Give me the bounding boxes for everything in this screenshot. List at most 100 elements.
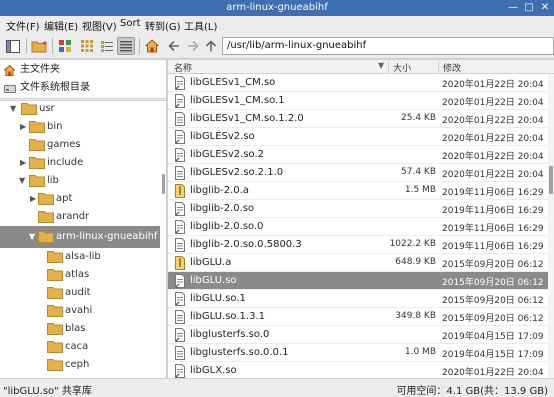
file-row[interactable]: libGLESv1_CM.so 2020年01月22日 20:04 <box>168 74 548 92</box>
file-row[interactable]: libglib-2.0.so.0 2019年11月06日 16:29 <box>168 218 548 236</box>
menu-tools[interactable]: 工具(L) <box>184 18 217 33</box>
file-row[interactable]: libGLESv2.so 2020年01月22日 20:04 <box>168 128 548 146</box>
file-row[interactable]: libGLESv1_CM.so.1.2.0 25.4 KB 2020年01月22日 … <box>168 110 548 128</box>
file-modified: 2020年01月22日 20:04 <box>442 80 544 90</box>
list-view-icon <box>120 41 132 52</box>
up-button[interactable] <box>202 37 220 55</box>
file-size: 1022.2 KB <box>389 239 436 249</box>
chevron-down-icon[interactable]: ▼ <box>19 176 25 185</box>
file-modified: 2020年01月22日 20:04 <box>442 170 544 180</box>
sidepane-icon <box>6 39 20 53</box>
symlink-file-icon <box>174 94 186 111</box>
minimize-button[interactable]: — <box>506 2 520 14</box>
menu-bar: 文件(F) 编辑(E) 视图(V) Sort 转到(G) 工具(L) <box>0 16 554 33</box>
menu-edit[interactable]: 编辑(E) <box>44 18 78 33</box>
file-row[interactable]: libGLESv1_CM.so.1 2020年01月22日 20:04 <box>168 92 548 110</box>
menu-go[interactable]: 转到(G) <box>145 18 181 33</box>
file-row[interactable]: libGLESv2.so.2 2020年01月22日 20:04 <box>168 146 548 164</box>
thumbnail-view-button[interactable] <box>56 37 74 55</box>
place-root[interactable]: 文件系统根目录 <box>0 79 166 97</box>
file-name: libGLX.so <box>190 365 237 376</box>
shared-library-icon <box>174 112 186 129</box>
scroll-thumb[interactable] <box>549 166 553 194</box>
file-row[interactable]: libGLX.so 2020年01月22日 20:04 <box>168 362 548 378</box>
forward-button[interactable] <box>184 37 202 55</box>
file-modified: 2019年11月06日 16:29 <box>442 206 544 216</box>
file-name: libGLU.so.1.3.1 <box>190 311 265 322</box>
column-header: 名称 ▼ 大小 修改 <box>168 60 554 74</box>
chevron-right-icon[interactable]: ▶ <box>20 122 26 131</box>
tree-node-arandr[interactable]: arandr <box>0 206 160 228</box>
column-name[interactable]: 名称 <box>174 61 192 74</box>
tree-node-label: lib <box>47 175 59 186</box>
sort-indicator[interactable]: ▼ <box>378 61 384 70</box>
file-row[interactable]: libGLESv2.so.2.1.0 57.4 KB 2020年01月22日 20:… <box>168 164 548 182</box>
shared-library-icon <box>174 310 186 327</box>
file-row[interactable]: libGLU.so 2015年09月20日 06:12 <box>168 272 548 290</box>
file-row[interactable]: libglib-2.0.a 1.5 MB 2019年11月06日 16:29 <box>168 182 548 200</box>
symlink-file-icon <box>174 292 186 309</box>
back-button[interactable] <box>165 37 183 55</box>
shared-library-icon <box>174 166 186 183</box>
menu-view[interactable]: 视图(V) <box>82 18 117 33</box>
tree-node-label: ceph <box>65 359 90 370</box>
column-size[interactable]: 大小 <box>393 61 411 74</box>
archive-file-icon <box>174 256 186 273</box>
symlink-file-icon <box>174 328 186 345</box>
sidebar-scrollbar[interactable] <box>161 100 166 378</box>
folder-icon <box>47 357 63 374</box>
place-home[interactable]: 主文件夹 <box>0 61 166 79</box>
toggle-sidepane-button[interactable] <box>4 37 22 55</box>
file-modified: 2015年09月20日 06:12 <box>442 296 544 306</box>
tree-node-label: audit <box>65 287 91 298</box>
tree-node-label: blas <box>65 323 86 334</box>
tree-node-label: usr <box>39 103 55 114</box>
symlink-file-icon <box>174 148 186 165</box>
home-button[interactable] <box>143 37 161 55</box>
sidebar: 主文件夹 文件系统根目录 ▼ usr ▶ bin games ▶ include… <box>0 60 167 378</box>
file-modified: 2019年11月06日 16:29 <box>442 188 544 198</box>
file-row[interactable]: libglib-2.0.so.0.5800.3 1022.2 KB 2019年11月… <box>168 236 548 254</box>
tree-node-label: alsa-lib <box>65 251 101 262</box>
file-size: 648.9 KB <box>395 257 436 267</box>
symlink-file-icon <box>174 220 186 237</box>
tree-node-label: atlas <box>65 269 90 280</box>
close-button[interactable]: ✕ <box>538 2 552 14</box>
shared-library-icon <box>174 238 186 255</box>
maximize-button[interactable]: □ <box>522 2 536 14</box>
tree-node-label: games <box>47 139 81 150</box>
file-row[interactable]: libglusterfs.so.0 2019年04月15日 17:09 <box>168 326 548 344</box>
file-modified: 2020年01月22日 20:04 <box>442 134 544 144</box>
column-modified[interactable]: 修改 <box>443 61 461 74</box>
chevron-right-icon[interactable]: ▶ <box>30 194 36 203</box>
file-row[interactable]: libGLU.a 648.9 KB 2015年09月20日 06:12 <box>168 254 548 272</box>
chevron-right-icon[interactable]: ▶ <box>20 158 26 167</box>
icon-view-button[interactable] <box>78 37 96 55</box>
file-modified: 2015年09月20日 06:12 <box>442 260 544 270</box>
file-row[interactable]: libGLU.so.1 2015年09月20日 06:12 <box>168 290 548 308</box>
file-name: libGLU.so.1 <box>190 293 246 304</box>
file-row[interactable]: libglib-2.0.so 2019年11月06日 16:29 <box>168 200 548 218</box>
chevron-down-icon[interactable]: ▼ <box>10 104 16 113</box>
tree-node-label: include <box>47 157 84 168</box>
new-folder-icon: + <box>31 39 47 53</box>
window-title: arm-linux-gnueabihf <box>226 2 328 13</box>
menu-file[interactable]: 文件(F) <box>6 18 40 33</box>
scroll-thumb[interactable] <box>162 174 165 194</box>
symlink-file-icon <box>174 274 186 291</box>
tree-node-ceph[interactable]: ceph <box>0 354 160 376</box>
new-folder-button[interactable]: + <box>30 37 48 55</box>
file-name: libglib-2.0.so.0.5800.3 <box>190 239 302 250</box>
file-name: libGLESv2.so <box>190 131 255 142</box>
compact-view-button[interactable] <box>98 37 116 55</box>
list-view-button[interactable] <box>117 37 135 55</box>
file-name: libglib-2.0.so <box>190 203 255 214</box>
file-row[interactable]: libGLU.so.1.3.1 349.8 KB 2015年09月20日 06:12 <box>168 308 548 326</box>
chevron-down-icon[interactable]: ▼ <box>29 232 35 241</box>
tree-node-arm-linux-gnueabihf[interactable]: ▼ arm-linux-gnueabihf <box>0 226 160 248</box>
location-input[interactable]: /usr/lib/arm-linux-gnueabihf <box>222 37 554 55</box>
file-name: libGLESv1_CM.so.1 <box>190 95 285 106</box>
file-row[interactable]: libglusterfs.so.0.0.1 1.0 MB 2019年04月15日 1… <box>168 344 548 362</box>
menu-sort[interactable]: Sort <box>120 18 141 29</box>
file-list-scrollbar[interactable] <box>548 74 554 378</box>
